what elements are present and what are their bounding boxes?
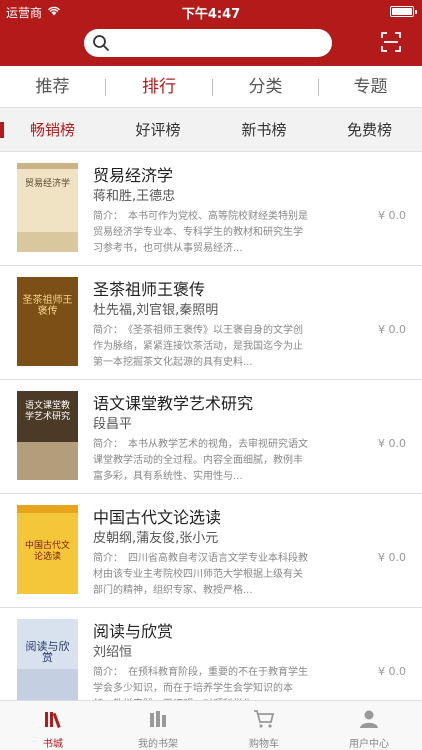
book-intro: 简介： 《圣茶祖师王褒传》以王褒自身的文学创作为脉络，紧紧连接饮茶活动，是我国迄… <box>93 325 303 368</box>
nav-label: 我的书架 <box>138 739 178 750</box>
nav-my-shelf[interactable]: 我的书架 <box>105 701 211 750</box>
subtab-bestseller[interactable]: 畅销榜 <box>0 108 105 152</box>
book-list-item[interactable]: 语文课堂教学艺术研究 语文课堂教学艺术研究 段昌平 简介： 本书从教学艺术的视角… <box>0 380 422 494</box>
book-list-item[interactable]: 圣茶祖师王褒传 圣茶祖师王褒传 杜先福,刘官银,秦照明 简介： 《圣茶祖师王褒传… <box>0 266 422 380</box>
user-icon <box>360 710 378 728</box>
book-author: 刘绍恒 <box>93 645 133 660</box>
book-author: 皮朝纲,蒲友俊,张小元 <box>93 531 219 546</box>
nav-label: 用户中心 <box>349 739 389 750</box>
book-title: 中国古代文论选读 <box>93 508 222 527</box>
book-title: 语文课堂教学艺术研究 <box>93 394 254 413</box>
nav-cart[interactable]: 购物车 <box>211 701 317 750</box>
cover-title: 中国古代文论选读 <box>24 541 70 562</box>
cover-decoration <box>17 163 78 169</box>
book-author: 段昌平 <box>93 417 133 432</box>
battery-icon <box>390 6 417 17</box>
book-author: 杜先福,刘官银,秦照明 <box>93 303 219 318</box>
cover-title: 贸易经济学 <box>24 179 70 189</box>
status-time: 下午4:47 <box>181 7 241 22</box>
book-intro: 简介： 本书从教学艺术的视角，去审视研究语文课堂教学活动的全过程。内容全面细腻，… <box>93 439 308 482</box>
book-title: 贸易经济学 <box>93 166 174 185</box>
book-list: 贸易经济学 贸易经济学 蒋和胜,王德忠 简介： 本书可作为党校、高等院校财经类特… <box>0 152 422 700</box>
cover-decoration <box>17 669 78 700</box>
cover-decoration <box>17 505 78 513</box>
book-author: 蒋和胜,王德忠 <box>93 189 176 204</box>
nav-label: 购物车 <box>249 739 279 750</box>
book-list-item[interactable]: 贸易经济学 贸易经济学 蒋和胜,王德忠 简介： 本书可作为党校、高等院校财经类特… <box>0 152 422 266</box>
book-cover: 语文课堂教学艺术研究 <box>17 391 78 480</box>
tab-recommend[interactable]: 推荐 <box>0 66 105 108</box>
books-icon <box>150 711 166 727</box>
book-price: ¥ 0.0 <box>378 437 406 450</box>
ranking-subtabs: 畅销榜 好评榜 新书榜 免费榜 <box>0 108 422 152</box>
book-intro: 简介： 本书可作为党校、高等院校财经类特别是贸易经济学专业本、专科学生的教材和研… <box>93 211 308 254</box>
book-price: ¥ 0.0 <box>378 209 406 222</box>
cover-decoration <box>17 277 78 366</box>
scan-icon[interactable] <box>380 31 402 53</box>
book-intro: 简介： 在预科教育阶段，重要的不在于教育学生学会多少知识，而在于培养学生会学知识… <box>93 667 308 700</box>
app-header: 运营商 下午4:47 <box>0 0 422 66</box>
book-title: 圣茶祖师王褒传 <box>93 280 206 299</box>
book-price: ¥ 0.0 <box>378 323 406 336</box>
cover-title: 圣茶祖师王褒传 <box>22 295 73 317</box>
cover-decoration <box>17 232 78 252</box>
book-cover: 圣茶祖师王褒传 <box>17 277 78 366</box>
tab-topics[interactable]: 专题 <box>319 66 422 108</box>
cover-decoration <box>17 442 78 480</box>
book-list-item[interactable]: 阅读与欣赏 阅读与欣赏 刘绍恒 简介： 在预科教育阶段，重要的不在于教育学生学会… <box>0 608 422 700</box>
cover-title: 语文课堂教学艺术研究 <box>24 401 70 422</box>
bottom-nav: 书城 我的书架 购物车 用户中心 <box>0 700 422 750</box>
tab-category[interactable]: 分类 <box>213 66 318 108</box>
main-tabs: 推荐 排行 分类 专题 <box>0 66 422 108</box>
subtab-free[interactable]: 免费榜 <box>317 108 422 152</box>
nav-user-center[interactable]: 用户中心 <box>316 701 422 750</box>
book-title: 阅读与欣赏 <box>93 622 174 641</box>
book-price: ¥ 0.0 <box>378 551 406 564</box>
book-price: ¥ 0.0 <box>378 665 406 678</box>
cover-title: 阅读与欣赏 <box>25 640 70 664</box>
subtab-new-books[interactable]: 新书榜 <box>211 108 317 152</box>
cart-icon <box>254 710 275 728</box>
status-bar: 运营商 下午4:47 <box>0 0 422 22</box>
tab-ranking[interactable]: 排行 <box>106 66 212 108</box>
book-cover: 中国古代文论选读 <box>17 505 78 594</box>
search-input[interactable] <box>84 29 332 57</box>
book-intro: 简介： 四川省高教自考汉语言文学专业本科段教材由该专业主考院校四川师范大学根据上… <box>93 553 308 596</box>
book-cover: 阅读与欣赏 <box>17 619 78 700</box>
book-list-item[interactable]: 中国古代文论选读 中国古代文论选读 皮朝纲,蒲友俊,张小元 简介： 四川省高教自… <box>0 494 422 608</box>
search-icon <box>93 35 109 51</box>
nav-bookstore[interactable]: 书城 <box>0 701 106 750</box>
nav-label: 书城 <box>43 739 63 750</box>
book-cover: 贸易经济学 <box>17 163 78 252</box>
subtab-top-rated[interactable]: 好评榜 <box>105 108 211 152</box>
bookshelf-icon <box>45 712 61 729</box>
